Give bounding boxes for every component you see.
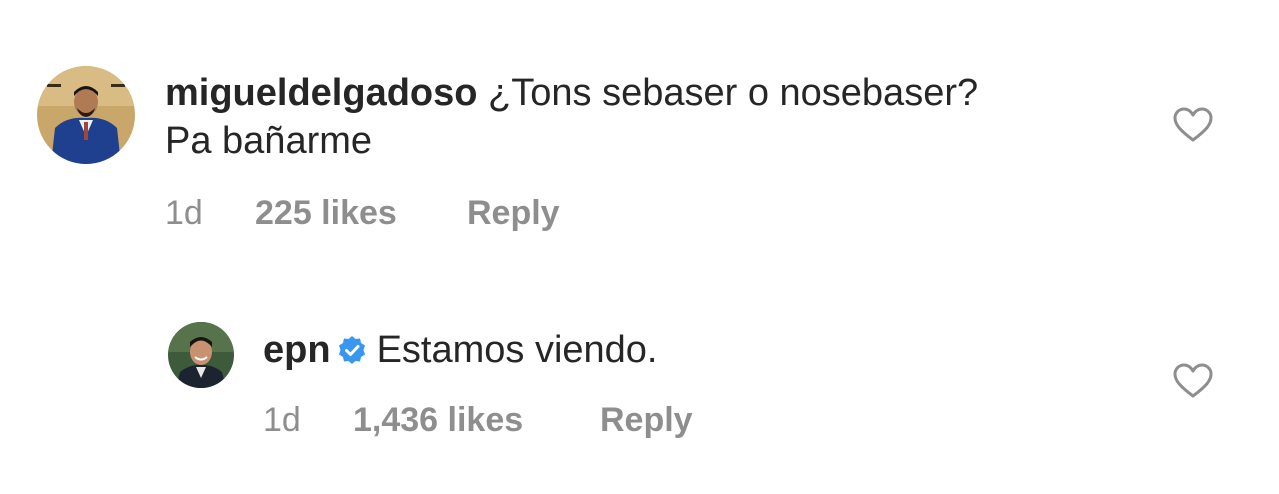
heart-outline-icon[interactable] [1173, 107, 1213, 143]
comment-text-line1: migueldelgadoso ¿Tons sebaser o nosebase… [165, 70, 978, 116]
comment-likes[interactable]: 225 likes [255, 193, 397, 233]
comment-body: ¿Tons sebaser o nosebaser? [488, 72, 979, 114]
verified-badge-icon [338, 336, 365, 364]
comment-meta: 1d 225 likes Reply [165, 193, 665, 233]
avatar[interactable] [168, 322, 234, 388]
heart-outline-icon[interactable] [1173, 363, 1213, 399]
comment-time: 1d [165, 194, 203, 232]
avatar[interactable] [37, 66, 135, 164]
comment-username[interactable]: migueldelgadoso [165, 72, 477, 114]
comment-likes[interactable]: 1,436 likes [353, 400, 523, 440]
comment-epn: epn Estamos viendo. 1d 1,436 likes Reply [0, 250, 1279, 494]
comment-body: Estamos viendo. [376, 329, 658, 371]
comment-text-line2: Pa bañarme [165, 120, 373, 162]
comment-text-line1: epn Estamos viendo. [263, 327, 657, 373]
profile-photo-icon [168, 322, 234, 388]
comment-meta: 1d 1,436 likes Reply [263, 400, 763, 440]
profile-photo-icon [37, 66, 135, 164]
comment-username[interactable]: epn [263, 329, 331, 371]
comment-migueldelgadoso: migueldelgadoso ¿Tons sebaser o nosebase… [0, 0, 1279, 250]
reply-button[interactable]: Reply [467, 193, 560, 233]
comment-time: 1d [263, 401, 301, 439]
reply-button[interactable]: Reply [600, 400, 693, 440]
